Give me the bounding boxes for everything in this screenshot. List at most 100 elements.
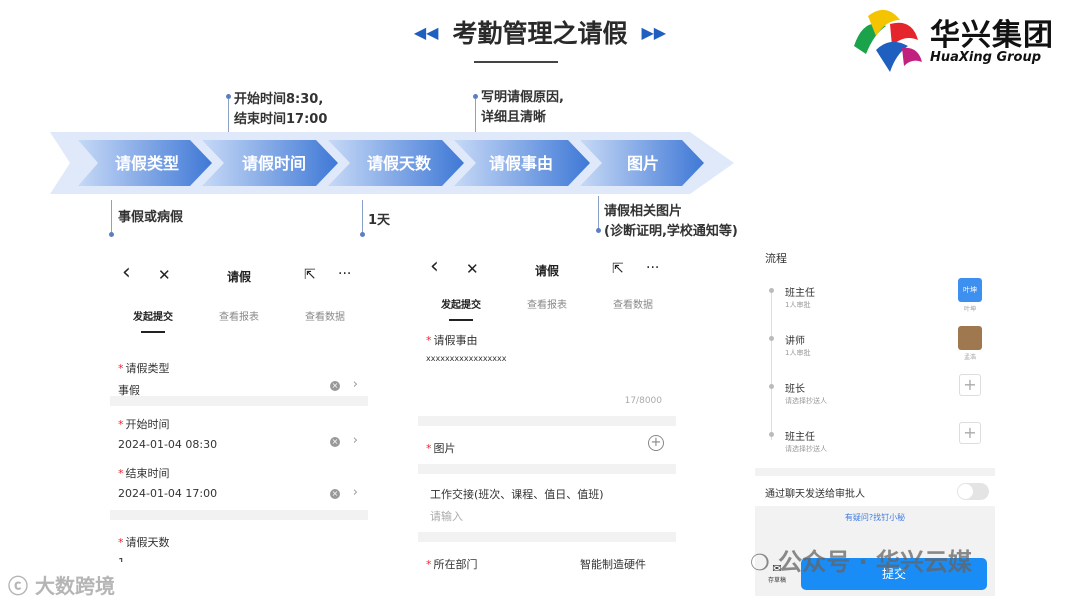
timeline-dot xyxy=(769,384,774,389)
field-start-time[interactable]: 2024-01-04 08:30 xyxy=(118,438,360,451)
note-reason-line2: 详细且清晰 xyxy=(481,110,547,125)
avatar-name: 叶坤 xyxy=(963,306,976,313)
timeline-dot xyxy=(769,336,774,341)
tab-data[interactable]: 查看数据 xyxy=(613,296,653,311)
note-line xyxy=(475,94,476,132)
company-logo: 华兴集团 HuaXing Group xyxy=(846,6,1066,76)
watermark-right-text: 公众号 · 华兴云媒 xyxy=(778,548,972,576)
flow-step-time: 请假时间 xyxy=(241,154,306,173)
approval-flow-section: 流程 班主任 1人审批 叶坤 叶坤 讲师 1人审批 孟浩 班长 请选择抄送人 +… xyxy=(755,240,995,468)
field-reason[interactable]: * 请假事由 xxxxxxxxxxxxxxxxx 17/8000 xyxy=(418,322,676,416)
avatar[interactable]: 叶坤 xyxy=(958,278,982,302)
note-dot xyxy=(360,232,365,237)
field-handover[interactable]: 工作交接(班次、课程、值日、值班) 请输入 xyxy=(418,474,676,532)
page-title-text: 考勤管理之请假 xyxy=(452,19,628,48)
note-line xyxy=(228,94,229,132)
right-arrows-icon: ▶▶ xyxy=(641,22,667,42)
flow-step-days: 请假天数 xyxy=(366,154,431,173)
note-days-bottom: 1天 xyxy=(368,213,391,228)
approver-role: 班主任 xyxy=(785,288,815,299)
more-icon[interactable]: ··· xyxy=(338,266,351,282)
approver-role: 班主任 xyxy=(785,432,815,443)
handover-input[interactable]: 请输入 xyxy=(430,508,668,524)
tab-report[interactable]: 查看报表 xyxy=(219,308,259,323)
app-title: 请假 xyxy=(534,264,559,278)
app-header: ‹ ✕ 请假 ⇱ ··· 发起提交 查看报表 查看数据 xyxy=(110,256,368,350)
watermark-left: ⓒ 大数跨境 xyxy=(8,570,115,599)
field-department[interactable]: * 所在部门 智能制造硬件 xyxy=(418,542,676,572)
field-label: 图片 xyxy=(433,442,456,455)
note-line xyxy=(111,200,112,236)
tab-submit[interactable]: 发起提交 xyxy=(133,308,173,333)
timeline-dot xyxy=(769,432,774,437)
note-dot xyxy=(109,232,114,237)
timeline-line xyxy=(771,290,772,440)
share-icon[interactable]: ⇱ xyxy=(612,261,624,277)
field-value: 1 xyxy=(118,556,360,562)
title-underline xyxy=(474,61,558,63)
logo-name-en: HuaXing Group xyxy=(930,50,1042,65)
add-cc-button[interactable]: + xyxy=(959,422,981,444)
logo-mark-icon xyxy=(854,9,922,72)
department-value: 智能制造硬件 xyxy=(580,558,646,571)
watermark-left-text: 大数跨境 xyxy=(34,574,115,598)
field-image: * 图片 + xyxy=(418,426,676,464)
phone-screen-form-1: ‹ ✕ 请假 ⇱ ··· 发起提交 查看报表 查看数据 * 请假类型 事假 × ›… xyxy=(110,256,368,562)
note-time-line1: 开始时间8:30, xyxy=(234,92,324,107)
field-label: 请假事由 xyxy=(433,334,478,347)
field-value: 事假 xyxy=(118,384,140,397)
section-title: 流程 xyxy=(765,252,787,265)
left-arrows-icon: ◀◀ xyxy=(413,22,439,42)
note-time-line2: 结束时间17:00 xyxy=(234,112,328,127)
tab-submit[interactable]: 发起提交 xyxy=(441,296,481,321)
char-counter: 17/8000 xyxy=(624,396,662,406)
clear-icon[interactable]: × xyxy=(330,489,340,499)
note-reason-line1: 写明请假原因, xyxy=(481,90,564,105)
add-image-icon[interactable]: + xyxy=(648,435,664,451)
field-label: 请假天数 xyxy=(125,536,170,549)
approver-role: 班长 xyxy=(785,384,805,395)
note-image-line2: (诊断证明,学校通知等) xyxy=(604,224,738,239)
approver-sub: 请选择抄送人 xyxy=(785,445,827,453)
flow-step-image: 图片 xyxy=(626,154,659,173)
clear-icon[interactable]: × xyxy=(330,437,340,447)
field-end-time[interactable]: 2024-01-04 17:00 xyxy=(118,487,360,500)
field-leave-type[interactable]: * 请假类型 事假 × › xyxy=(110,350,368,397)
flow-step-reason: 请假事由 xyxy=(488,154,553,173)
avatar[interactable] xyxy=(958,326,982,350)
clear-icon[interactable]: × xyxy=(330,381,340,391)
help-link[interactable]: 有疑问?找钉小秘 xyxy=(755,512,995,523)
approver-sub: 1人审批 xyxy=(785,301,811,309)
add-approver-button[interactable]: + xyxy=(959,374,981,396)
note-reason-top: 写明请假原因, 详细且清晰 xyxy=(481,88,564,128)
note-time-top: 开始时间8:30, 结束时间17:00 xyxy=(234,90,327,130)
chevron-right-icon: › xyxy=(352,485,358,500)
field-label: 开始时间 xyxy=(125,418,170,431)
approver-sub: 1人审批 xyxy=(785,349,811,357)
avatar-name: 孟浩 xyxy=(963,354,976,361)
note-line xyxy=(598,196,599,232)
notify-label: 通过聊天发送给审批人 xyxy=(765,489,865,500)
share-icon[interactable]: ⇱ xyxy=(304,267,316,283)
chevron-right-icon: › xyxy=(352,433,358,448)
app-title: 请假 xyxy=(226,270,251,284)
app-header: ‹ ✕ 请假 ⇱ ··· 发起提交 查看报表 查看数据 xyxy=(418,250,676,322)
chevron-right-icon: › xyxy=(352,377,358,392)
reason-textarea[interactable]: xxxxxxxxxxxxxxxxx xyxy=(426,354,668,363)
wechat-icon: ❍ xyxy=(750,551,770,576)
note-dot xyxy=(473,94,478,99)
phone-screen-form-2: ‹ ✕ 请假 ⇱ ··· 发起提交 查看报表 查看数据 * 请假事由 xxxxxx… xyxy=(418,250,676,572)
notify-toggle[interactable] xyxy=(957,483,989,500)
field-label: 所在部门 xyxy=(433,558,478,571)
watermark-right: ❍ 公众号 · 华兴云媒 xyxy=(750,542,972,577)
tab-data[interactable]: 查看数据 xyxy=(305,308,345,323)
tab-report[interactable]: 查看报表 xyxy=(527,296,567,311)
more-icon[interactable]: ··· xyxy=(646,260,659,276)
field-time-group: * 开始时间 2024-01-04 08:30 × › * 结束时间 2024-01… xyxy=(110,406,368,510)
field-label: 请假类型 xyxy=(125,362,170,375)
field-label: 工作交接(班次、课程、值日、值班) xyxy=(430,488,604,501)
note-dot xyxy=(596,228,601,233)
field-leave-days[interactable]: *请假天数 1 xyxy=(110,520,368,562)
note-image-line1: 请假相关图片 xyxy=(604,204,683,219)
notify-row: 通过聊天发送给审批人 xyxy=(755,476,995,506)
